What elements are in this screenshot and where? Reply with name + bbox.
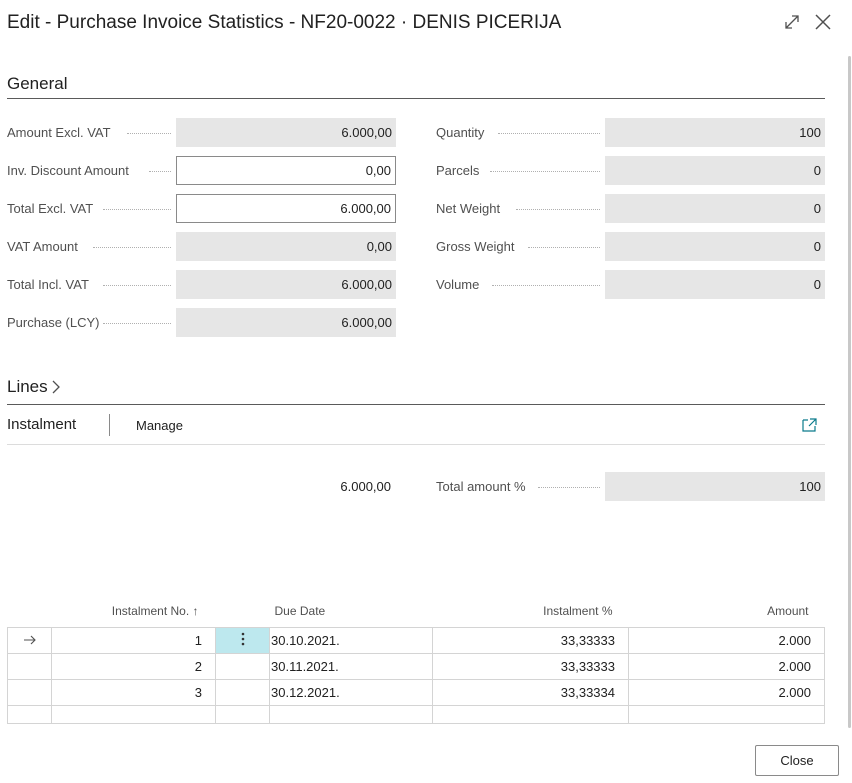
row-selector[interactable] xyxy=(7,652,52,680)
row-menu-cell[interactable] xyxy=(215,652,270,680)
section-title-general[interactable]: General xyxy=(7,74,67,94)
field-value: 0,00 xyxy=(176,232,396,261)
table-header-row: Instalment No. ↑ Due Date Instalment % A… xyxy=(8,602,825,627)
label-leader xyxy=(528,247,600,248)
label-leader xyxy=(127,133,171,134)
label-leader xyxy=(498,133,600,134)
open-in-new-icon[interactable] xyxy=(802,418,817,435)
column-header-amount[interactable]: Amount xyxy=(629,602,825,627)
field-label: VAT Amount xyxy=(7,239,78,254)
field-value: 100 xyxy=(605,472,825,501)
label-leader xyxy=(149,171,171,172)
section-divider xyxy=(7,404,825,405)
field-label: Quantity xyxy=(436,125,485,140)
tab-instalment[interactable]: Instalment xyxy=(7,416,76,433)
cell-amount[interactable]: 2.000 xyxy=(628,626,825,654)
tab-separator xyxy=(109,414,110,436)
close-icon[interactable] xyxy=(813,12,833,32)
cell-instalment-pct[interactable]: 33,33333 xyxy=(432,626,629,654)
label-leader xyxy=(492,285,600,286)
table-row[interactable]: 1 30.10.2021. 33,33333 2.000 xyxy=(7,626,825,654)
cell-instalment-no[interactable]: 1 xyxy=(51,626,216,654)
field-label: Total amount % xyxy=(436,479,526,494)
row-arrow-icon xyxy=(7,626,52,654)
section-title-lines[interactable]: Lines xyxy=(7,377,48,397)
label-leader xyxy=(103,323,171,324)
total-excl-vat-input[interactable]: 6.000,00 xyxy=(176,194,396,223)
row-selector[interactable] xyxy=(7,678,52,706)
tab-divider xyxy=(7,444,825,445)
field-label: Total Incl. VAT xyxy=(7,277,89,292)
field-value: 0 xyxy=(605,232,825,261)
empty-cell[interactable] xyxy=(432,704,629,724)
empty-cell[interactable] xyxy=(628,704,825,724)
table-row[interactable]: 2 30.11.2021. 33,33333 2.000 xyxy=(7,652,825,680)
expand-icon[interactable] xyxy=(782,12,802,32)
column-header-menu xyxy=(216,602,270,627)
column-header-instalment-no[interactable]: Instalment No. ↑ xyxy=(52,602,216,627)
instalment-table: Instalment No. ↑ Due Date Instalment % A… xyxy=(7,602,825,724)
section-divider xyxy=(7,98,825,99)
cell-instalment-pct[interactable]: 33,33333 xyxy=(432,652,629,680)
field-label: Inv. Discount Amount xyxy=(7,163,129,178)
column-header-due-date[interactable]: Due Date xyxy=(270,602,433,627)
field-label: Net Weight xyxy=(436,201,501,216)
column-header-instalment-pct[interactable]: Instalment % xyxy=(433,602,629,627)
row-menu-cell[interactable] xyxy=(215,678,270,706)
cell-due-date[interactable]: 30.12.2021. xyxy=(269,678,433,706)
field-value: 100 xyxy=(605,118,825,147)
cell-amount[interactable]: 2.000 xyxy=(628,678,825,706)
cell-instalment-no[interactable]: 3 xyxy=(51,678,216,706)
close-button[interactable]: Close xyxy=(755,745,839,776)
field-label: Purchase (LCY) xyxy=(7,315,100,330)
label-leader xyxy=(538,487,600,488)
row-menu-icon[interactable] xyxy=(215,626,270,654)
table-row[interactable]: 3 30.12.2021. 33,33334 2.000 xyxy=(7,678,825,706)
label-leader xyxy=(103,209,171,210)
scrollbar[interactable] xyxy=(848,56,851,728)
field-value: 0 xyxy=(605,156,825,185)
tab-manage[interactable]: Manage xyxy=(136,418,183,433)
field-label: Total Excl. VAT xyxy=(7,201,94,216)
column-header-selector xyxy=(8,602,52,627)
field-label: Parcels xyxy=(436,163,480,178)
cell-due-date[interactable]: 30.11.2021. xyxy=(269,652,433,680)
label-leader xyxy=(103,285,171,286)
label-leader xyxy=(93,247,171,248)
empty-cell[interactable] xyxy=(51,704,216,724)
cell-due-date[interactable]: 30.10.2021. xyxy=(269,626,433,654)
chevron-right-icon[interactable] xyxy=(51,380,61,397)
empty-cell[interactable] xyxy=(7,704,52,724)
label-leader xyxy=(490,171,600,172)
field-value: 6.000,00 xyxy=(176,270,396,299)
empty-cell[interactable] xyxy=(215,704,270,724)
cell-instalment-pct[interactable]: 33,33334 xyxy=(432,678,629,706)
field-label: Gross Weight xyxy=(436,239,515,254)
field-label: Amount Excl. VAT xyxy=(7,125,111,140)
label-leader xyxy=(516,209,600,210)
field-label: Volume xyxy=(436,277,480,292)
cell-amount[interactable]: 2.000 xyxy=(628,652,825,680)
inv-discount-amount-input[interactable]: 0,00 xyxy=(176,156,396,185)
field-value: 6.000,00 xyxy=(176,118,396,147)
empty-cell[interactable] xyxy=(269,704,433,724)
cell-instalment-no[interactable]: 2 xyxy=(51,652,216,680)
window-title: Edit - Purchase Invoice Statistics - NF2… xyxy=(7,12,562,33)
table-row-empty[interactable] xyxy=(7,704,825,724)
field-value: 0 xyxy=(605,194,825,223)
field-value: 6.000,00 xyxy=(176,308,396,337)
total-amount-value: 6.000,00 xyxy=(340,479,391,494)
field-value: 0 xyxy=(605,270,825,299)
